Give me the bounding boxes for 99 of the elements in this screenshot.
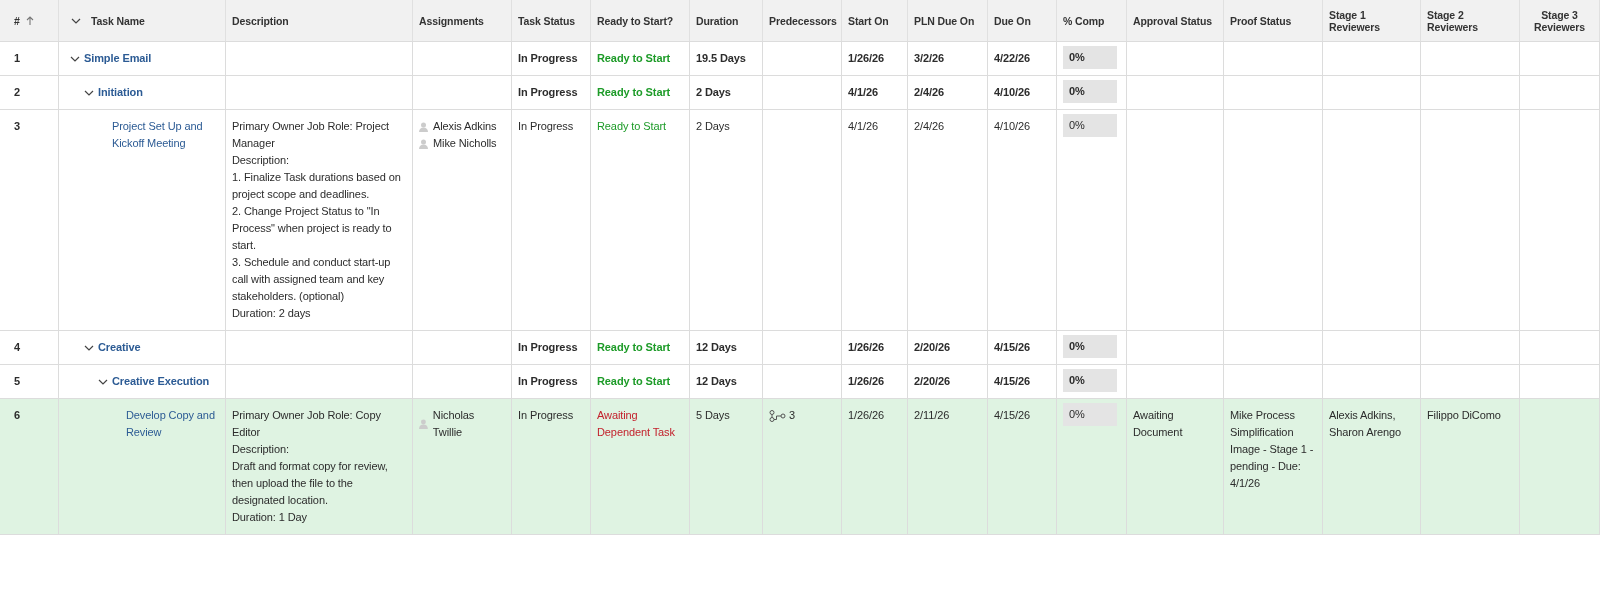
column-header[interactable]: Approval Status <box>1133 14 1212 27</box>
task-row[interactable]: 2 Initiation In Progress Ready to Start 2 Days 4/1/26 2/4/26 4/10/26 0% <box>0 76 1600 110</box>
task-status: In Progress <box>518 52 578 64</box>
duration: 12 Days <box>696 341 737 353</box>
column-header[interactable]: % Comp <box>1063 14 1105 27</box>
predecessor-number[interactable]: 3 <box>789 407 796 424</box>
description-text: 1. Finalize Task durations based on project scope and deadlines. <box>232 170 402 202</box>
chevron-icon[interactable] <box>71 17 81 24</box>
person-icon <box>419 121 428 132</box>
row-number: 4 <box>14 341 21 353</box>
column-header[interactable]: # <box>14 14 20 27</box>
column-header[interactable]: Assignments <box>419 14 484 27</box>
start-date: 1/26/26 <box>848 375 884 387</box>
person-icon <box>419 138 428 149</box>
start-date: 1/26/26 <box>848 409 884 421</box>
ready-status: Ready to Start <box>597 120 666 132</box>
task-name-link[interactable]: Project Set Up and Kickoff Meeting <box>112 118 219 152</box>
ready-status: Ready to Start <box>597 52 671 64</box>
row-number: 5 <box>14 375 21 387</box>
description-text: 2. Change Project Status to "In Process" when project is ready to start. <box>232 204 393 253</box>
reviewer-names: Alexis Adkins, Sharon Arengo <box>1329 409 1402 438</box>
start-date: 4/1/26 <box>848 120 878 132</box>
assignee-name[interactable]: Nicholas Twillie <box>432 407 505 441</box>
planned-due-date: 2/20/26 <box>914 375 950 387</box>
start-date: 1/26/26 <box>848 52 884 64</box>
description-text: Duration: 2 days <box>232 306 312 321</box>
task-name-link[interactable]: Simple Email <box>84 50 152 67</box>
row-number: 6 <box>14 409 21 421</box>
column-header[interactable]: Start On <box>848 14 889 27</box>
column-header[interactable]: Ready to Start? <box>597 14 674 27</box>
start-date: 4/1/26 <box>848 86 878 98</box>
task-status: In Progress <box>518 86 578 98</box>
task-row[interactable]: 1 Simple Email In Progress Ready to Start 19.5 Days 1/26/26 3/2/26 4/22/26 0% <box>0 42 1600 76</box>
task-name-link[interactable]: Creative Execution <box>112 373 210 390</box>
description-text: Primary Owner Job Role: Project Manager <box>232 119 391 151</box>
reviewer-names: Filippo DiComo <box>1427 409 1501 421</box>
due-date: 4/15/26 <box>994 409 1030 421</box>
percent-complete: 0% <box>1063 403 1117 426</box>
sort-arrow-icon[interactable] <box>25 15 34 26</box>
planned-due-date: 2/20/26 <box>914 341 950 353</box>
planned-due-date: 2/4/26 <box>914 86 944 98</box>
duration: 12 Days <box>696 375 737 387</box>
column-header[interactable]: Duration <box>696 14 739 27</box>
column-header[interactable]: Due On <box>994 14 1031 27</box>
percent-complete: 0% <box>1063 335 1117 358</box>
column-header[interactable]: Stage 3 Reviewers <box>1526 8 1593 33</box>
ready-status: Awaiting Dependent Task <box>597 409 675 438</box>
planned-due-date: 2/11/26 <box>914 409 950 421</box>
description-text: Draft and format copy for review, then upload the file to the designated location. <box>232 459 389 508</box>
description-text: 3. Schedule and conduct start-up call with assigned team and key stakeholders. (optional) <box>232 255 392 304</box>
approval-status: Awaiting Document <box>1133 409 1183 438</box>
row-number: 1 <box>14 52 21 64</box>
task-row[interactable]: 4 Creative In Progress Ready to Start 12 Days 1/26/26 2/20/26 4/15/26 0% <box>0 331 1600 365</box>
planned-due-date: 3/2/26 <box>914 52 944 64</box>
column-header[interactable]: Description <box>232 14 289 27</box>
task-status: In Progress <box>518 375 578 387</box>
column-header[interactable]: Predecessors <box>769 14 837 27</box>
duration: 2 Days <box>696 86 731 98</box>
proof-status: Mike Process Simplification Image - Stage 1 - pending - Due: 4/1/26 <box>1230 409 1314 489</box>
predecessor-icon <box>769 409 787 422</box>
due-date: 4/10/26 <box>994 120 1030 132</box>
column-header[interactable]: Stage 1 Reviewers <box>1329 8 1414 33</box>
percent-complete: 0% <box>1063 46 1117 69</box>
row-number: 3 <box>14 120 21 132</box>
percent-complete: 0% <box>1063 80 1117 103</box>
column-header[interactable]: PLN Due On <box>914 14 975 27</box>
task-name-link[interactable]: Develop Copy and Review <box>126 407 219 441</box>
column-header[interactable]: Proof Status <box>1230 14 1292 27</box>
start-date: 1/26/26 <box>848 341 884 353</box>
due-date: 4/15/26 <box>994 341 1030 353</box>
task-status: In Progress <box>518 120 574 132</box>
description-text: Description: <box>232 442 290 457</box>
task-name-link[interactable]: Creative <box>98 339 141 356</box>
person-icon <box>419 419 428 429</box>
due-date: 4/22/26 <box>994 52 1030 64</box>
percent-complete: 0% <box>1063 114 1117 137</box>
planned-due-date: 2/4/26 <box>914 120 944 132</box>
description-text: Primary Owner Job Role: Copy Editor <box>232 408 382 440</box>
duration: 5 Days <box>696 409 730 421</box>
duration: 2 Days <box>696 120 730 132</box>
task-status: In Progress <box>518 341 578 353</box>
due-date: 4/15/26 <box>994 375 1030 387</box>
percent-complete: 0% <box>1063 369 1117 392</box>
assignee-name[interactable]: Mike Nicholls <box>433 135 497 152</box>
duration: 19.5 Days <box>696 52 746 64</box>
assignee-name[interactable]: Alexis Adkins <box>433 118 497 135</box>
description-text: Description: <box>232 153 290 168</box>
due-date: 4/10/26 <box>994 86 1030 98</box>
ready-status: Ready to Start <box>597 341 671 353</box>
row-number: 2 <box>14 86 21 98</box>
column-header[interactable]: Stage 2 Reviewers <box>1427 8 1513 33</box>
description-text: Duration: 1 Day <box>232 510 308 525</box>
task-status: In Progress <box>518 409 574 421</box>
task-name-link[interactable]: Initiation <box>98 84 143 101</box>
task-row[interactable] <box>0 399 1600 535</box>
ready-status: Ready to Start <box>597 86 671 98</box>
column-header[interactable]: Task Status <box>518 14 576 27</box>
ready-status: Ready to Start <box>597 375 671 387</box>
column-header[interactable]: Task Name <box>91 14 145 27</box>
